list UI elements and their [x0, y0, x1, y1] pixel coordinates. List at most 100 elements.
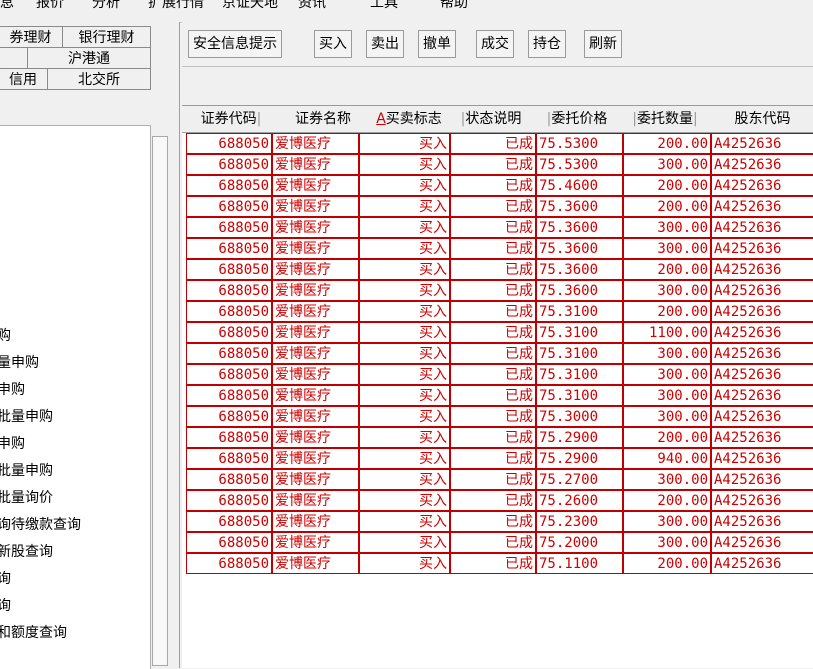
cell-price: 75.3100	[536, 322, 623, 343]
cell-qty: 200.00	[623, 133, 711, 154]
cell-code: 688050	[186, 217, 272, 238]
menu-item-extended-quotes[interactable]: 扩展行情	[148, 0, 204, 12]
cell-code: 688050	[186, 280, 272, 301]
table-row[interactable]: 688050 爱博医疗 买入 已成 75.4600 200.00 A4252636	[182, 175, 813, 196]
cell-price: 75.3600	[536, 196, 623, 217]
cell-code: 688050	[186, 259, 272, 280]
cell-name: 爱博医疗	[272, 175, 359, 196]
tree-item[interactable]: 量申购	[0, 353, 39, 373]
sell-button[interactable]: 卖出	[366, 30, 404, 58]
table-row[interactable]: 688050 爱博医疗 买入 已成 75.3100 300.00 A4252636	[182, 343, 813, 364]
cell-code: 688050	[186, 133, 272, 154]
cell-qty: 200.00	[623, 259, 711, 280]
tab-blank[interactable]	[0, 47, 28, 69]
col-header-holder[interactable]: 股东代码	[712, 106, 813, 132]
col-header-qty[interactable]: |委托数量|	[622, 106, 708, 132]
menu-item-news[interactable]: 资讯	[298, 0, 326, 12]
cell-holder: A4252636	[711, 343, 813, 364]
cell-name: 爱博医疗	[272, 217, 359, 238]
tree-item[interactable]: 新股查询	[0, 542, 53, 562]
trades-button[interactable]: 成交	[476, 30, 514, 58]
cell-side: 买入	[359, 322, 450, 343]
table-row[interactable]: 688050 爱博医疗 买入 已成 75.3600 200.00 A4252636	[182, 259, 813, 280]
table-row[interactable]: 688050 爱博医疗 买入 已成 75.2600 200.00 A4252636	[182, 490, 813, 511]
col-header-name[interactable]: 证券名称	[277, 106, 369, 132]
cell-status: 已成	[450, 343, 536, 364]
cell-price: 75.3100	[536, 301, 623, 322]
table-row[interactable]: 688050 爱博医疗 买入 已成 75.3100 200.00 A4252636	[182, 301, 813, 322]
cell-name: 爱博医疗	[272, 154, 359, 175]
buy-button[interactable]: 买入	[314, 30, 352, 58]
tree-item[interactable]: 询	[0, 569, 11, 589]
table-row[interactable]: 688050 爱博医疗 买入 已成 75.3100 300.00 A4252636	[182, 364, 813, 385]
col-header-status[interactable]: |状态说明	[450, 106, 532, 132]
menu-item-quote[interactable]: 报价	[36, 0, 64, 12]
cell-code: 688050	[186, 301, 272, 322]
menu-item-tools[interactable]: 工具	[370, 0, 398, 12]
tree-item[interactable]: 询待缴款查询	[0, 515, 81, 535]
table-row[interactable]: 688050 爱博医疗 买入 已成 75.3000 300.00 A4252636	[182, 406, 813, 427]
table-header: 证券代码| 证券名称 A买卖标志 |状态说明 |委托价格 |委托数量| 股东代码	[182, 106, 813, 133]
table-row[interactable]: 688050 爱博医疗 买入 已成 75.1100 200.00 A4252636	[182, 553, 813, 574]
cell-name: 爱博医疗	[272, 532, 359, 553]
table-row[interactable]: 688050 爱博医疗 买入 已成 75.5300 200.00 A4252636	[182, 133, 813, 154]
cell-price: 75.3000	[536, 406, 623, 427]
cell-status: 已成	[450, 196, 536, 217]
cell-status: 已成	[450, 469, 536, 490]
menu-item-jingzheng[interactable]: 京证天地	[222, 0, 278, 12]
tab-bank-finance[interactable]: 银行理财	[62, 26, 151, 48]
cell-status: 已成	[450, 259, 536, 280]
table-row[interactable]: 688050 爱博医疗 买入 已成 75.3600 300.00 A4252636	[182, 280, 813, 301]
col-header-side[interactable]: A买卖标志	[367, 106, 451, 132]
tree-item[interactable]: 批量申购	[0, 407, 53, 427]
cell-qty: 300.00	[623, 532, 711, 553]
cell-qty: 200.00	[623, 490, 711, 511]
tree-item[interactable]: 批量询价	[0, 488, 53, 508]
menu-item-help[interactable]: 帮助	[440, 0, 468, 12]
cancel-order-button[interactable]: 撤单	[418, 30, 456, 58]
tab-shanghai-hk-connect[interactable]: 沪港通	[27, 47, 151, 69]
table-row[interactable]: 688050 爱博医疗 买入 已成 75.3600 300.00 A4252636	[182, 217, 813, 238]
cell-holder: A4252636	[711, 301, 813, 322]
table-row[interactable]: 688050 爱博医疗 买入 已成 75.3600 300.00 A4252636	[182, 238, 813, 259]
menu-item[interactable]: 息	[0, 0, 14, 12]
cell-code: 688050	[186, 343, 272, 364]
tree-item[interactable]: 询	[0, 596, 11, 616]
tree-item[interactable]: 购	[0, 326, 11, 346]
tree-scrollbar[interactable]	[152, 136, 168, 666]
cell-code: 688050	[186, 385, 272, 406]
table-row[interactable]: 688050 爱博医疗 买入 已成 75.3600 200.00 A4252636	[182, 196, 813, 217]
table-row[interactable]: 688050 爱博医疗 买入 已成 75.3100 1100.00 A4252636	[182, 322, 813, 343]
cell-status: 已成	[450, 406, 536, 427]
cell-side: 买入	[359, 217, 450, 238]
cell-code: 688050	[186, 553, 272, 574]
col-header-code[interactable]: 证券代码|	[186, 106, 276, 132]
tab-credit[interactable]: 信用	[0, 68, 48, 90]
tree-item[interactable]: 和额度查询	[0, 623, 67, 643]
tree-item[interactable]: 申购	[0, 380, 25, 400]
cell-holder: A4252636	[711, 364, 813, 385]
menu-item-analysis[interactable]: 分析	[92, 0, 120, 12]
tree-item[interactable]: 申购	[0, 434, 25, 454]
table-row[interactable]: 688050 爱博医疗 买入 已成 75.3100 300.00 A4252636	[182, 385, 813, 406]
positions-button[interactable]: 持仓	[528, 30, 566, 58]
cell-qty: 200.00	[623, 196, 711, 217]
table-row[interactable]: 688050 爱博医疗 买入 已成 75.2900 200.00 A4252636	[182, 427, 813, 448]
table-row[interactable]: 688050 爱博医疗 买入 已成 75.2300 300.00 A4252636	[182, 511, 813, 532]
table-row[interactable]: 688050 爱博医疗 买入 已成 75.2700 300.00 A4252636	[182, 469, 813, 490]
cell-holder: A4252636	[711, 259, 813, 280]
tree-item[interactable]: 批量申购	[0, 461, 53, 481]
tab-securities-finance[interactable]: 券理财	[0, 26, 63, 48]
table-row[interactable]: 688050 爱博医疗 买入 已成 75.2000 300.00 A4252636	[182, 532, 813, 553]
tab-bse[interactable]: 北交所	[47, 68, 151, 90]
cell-qty: 300.00	[623, 469, 711, 490]
cell-code: 688050	[186, 469, 272, 490]
cell-holder: A4252636	[711, 448, 813, 469]
cell-holder: A4252636	[711, 469, 813, 490]
cell-code: 688050	[186, 406, 272, 427]
security-info-button[interactable]: 安全信息提示	[188, 30, 282, 58]
table-row[interactable]: 688050 爱博医疗 买入 已成 75.5300 300.00 A4252636	[182, 154, 813, 175]
table-row[interactable]: 688050 爱博医疗 买入 已成 75.2900 940.00 A4252636	[182, 448, 813, 469]
col-header-price[interactable]: |委托价格	[532, 106, 622, 132]
refresh-button[interactable]: 刷新	[584, 30, 622, 58]
